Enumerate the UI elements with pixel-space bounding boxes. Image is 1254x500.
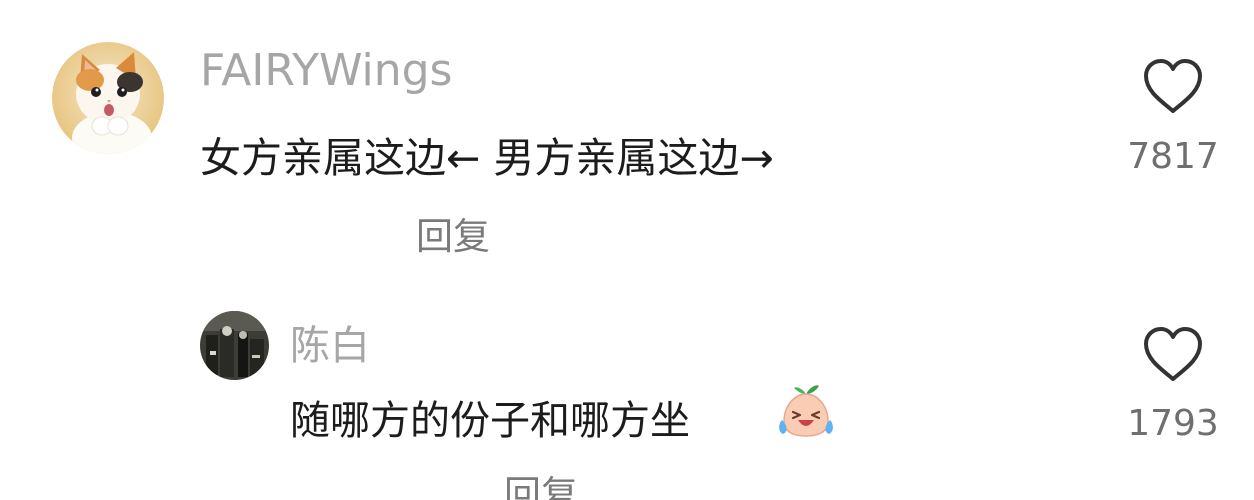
photo-avatar[interactable] <box>200 311 269 380</box>
heart-outline-icon[interactable] <box>1142 58 1204 116</box>
like-count: 7817 <box>1127 136 1219 177</box>
kitten-avatar[interactable] <box>52 42 164 154</box>
comment-list: FAIRYWings 女方亲属这边← 男方亲属这边→ 回复 7817 陈白 随哪… <box>0 0 1254 500</box>
like-count: 1793 <box>1127 403 1219 444</box>
comment-username[interactable]: FAIRYWings <box>200 45 452 96</box>
laughing-crying-emoji-icon <box>776 382 836 438</box>
comment-text: 随哪方的份子和哪方坐 <box>290 398 690 444</box>
heart-outline-icon[interactable] <box>1142 326 1204 384</box>
reply-button[interactable]: 回复 <box>504 464 578 500</box>
comment-username[interactable]: 陈白 <box>290 313 370 371</box>
reply-button[interactable]: 回复 <box>416 206 490 260</box>
comment-text: 女方亲属这边← 男方亲属这边→ <box>200 134 774 182</box>
